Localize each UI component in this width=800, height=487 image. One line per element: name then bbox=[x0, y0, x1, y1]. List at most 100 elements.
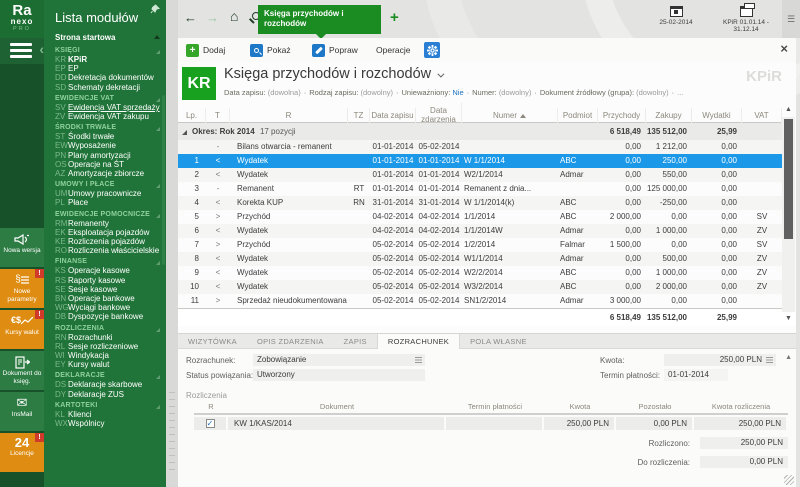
field-menu-icon[interactable] bbox=[415, 357, 422, 363]
sidebar-item-dy[interactable]: DYDeklaracje ZUS bbox=[44, 390, 166, 399]
sidebar-item-pl[interactable]: PLPłace bbox=[44, 198, 166, 207]
scrollbar-thumb[interactable] bbox=[784, 119, 793, 239]
sidebar-item-ek[interactable]: EKEksploatacja pojazdów bbox=[44, 228, 166, 237]
sidebar-group-środki-trwałe[interactable]: ŚRODKI TRWAŁE bbox=[44, 121, 166, 132]
sidebar-item-rl[interactable]: RLSesje rozliczeniowe bbox=[44, 342, 166, 351]
sidebar-item-zv[interactable]: ZVEwidencja VAT zakupu bbox=[44, 112, 166, 121]
sidebar-item-se[interactable]: SESesje kasowe bbox=[44, 285, 166, 294]
sidebar-item-ro[interactable]: RORozliczenia właścicielskie bbox=[44, 246, 166, 255]
resize-grip-icon[interactable] bbox=[784, 475, 794, 485]
collapse-icon[interactable] bbox=[154, 35, 160, 39]
column-header-podmiot[interactable]: Podmiot bbox=[558, 108, 598, 123]
table-row[interactable]: 11>Sprzedaż nieudokumentowana05-02-20140… bbox=[178, 294, 782, 308]
column-header-vat[interactable]: VAT bbox=[742, 108, 782, 123]
sidebar-item-um[interactable]: UMUmowy pracownicze bbox=[44, 189, 166, 198]
table-row[interactable]: 9<Wydatek05-02-201405-02-2014W2/2/2014AB… bbox=[178, 266, 782, 280]
table-row[interactable]: 2<Wydatek01-01-201401-01-2014W2/1/2014Ad… bbox=[178, 168, 782, 182]
table-group-row[interactable]: Okres: Rok 2014 17 pozycji 6 518,49 135 … bbox=[178, 123, 782, 140]
field-menu-icon[interactable] bbox=[766, 357, 773, 363]
sidebar-group-kartoteki[interactable]: KARTOTEKI bbox=[44, 399, 166, 410]
sidebar-item-rs[interactable]: RSRaporty kasowe bbox=[44, 276, 166, 285]
sidebar-group-księgi[interactable]: KSIĘGI bbox=[44, 44, 166, 55]
sidebar-group-finanse[interactable]: FINANSE bbox=[44, 255, 166, 266]
column-header-data-zapisu[interactable]: Data zapisu bbox=[370, 108, 416, 123]
forward-arrow-icon[interactable]: → bbox=[206, 10, 219, 25]
tab-rozrachunek[interactable]: ROZRACHUNEK bbox=[377, 334, 460, 349]
add-button[interactable]: + Dodaj bbox=[186, 42, 225, 58]
sidebar-item-ds[interactable]: DSDeklaracje skarbowe bbox=[44, 380, 166, 389]
checkbox-icon[interactable]: ✓ bbox=[206, 419, 215, 428]
sidebar-item-os[interactable]: OSOperacje na ŚT bbox=[44, 160, 166, 169]
tab-zapis[interactable]: ZAPIS bbox=[334, 334, 377, 348]
filter-more[interactable]: ... bbox=[677, 88, 683, 97]
tab-pola-własne[interactable]: POLA WŁASNE bbox=[460, 334, 537, 348]
pin-icon[interactable] bbox=[150, 4, 160, 14]
sidebar-item-st[interactable]: STŚrodki trwałe bbox=[44, 132, 166, 141]
strip-item-nowe-parametry[interactable]: §Nowe parametry! bbox=[0, 269, 44, 308]
kwota-field[interactable]: 250,00 PLN bbox=[664, 354, 776, 366]
sidebar-group-ewidencje-pomocnicze[interactable]: EWIDENCJE POMOCNICZE bbox=[44, 208, 166, 219]
termin-field[interactable]: 01-01-2014 bbox=[664, 369, 728, 381]
column-header-t[interactable]: T bbox=[206, 108, 230, 123]
tab-opis-zdarzenia[interactable]: OPIS ZDARZENIA bbox=[247, 334, 334, 348]
close-view-button[interactable]: × bbox=[780, 42, 788, 55]
scroll-down-icon[interactable]: ▼ bbox=[782, 312, 795, 326]
show-button[interactable]: Pokaż bbox=[250, 42, 291, 58]
tab-ksiega-przychodow[interactable]: Księga przychodów i rozchodów bbox=[258, 5, 381, 34]
table-row[interactable]: 10<Wydatek05-02-201405-02-2014W3/2/2014A… bbox=[178, 280, 782, 294]
sidebar-item-sv[interactable]: SVEwidencja VAT sprzedaży bbox=[44, 103, 166, 112]
sidebar-splitter[interactable] bbox=[166, 0, 178, 487]
sidebar-scrollbar[interactable] bbox=[162, 95, 165, 265]
table-row[interactable]: 8<Wydatek05-02-201405-02-2014W1/1/2014Ad… bbox=[178, 252, 782, 266]
period-widget[interactable]: KPiR 01.01.14 - 31.12.14 bbox=[712, 4, 780, 36]
sidebar-item-db[interactable]: DBDyspozycje bankowe bbox=[44, 312, 166, 321]
sidebar-item-pn[interactable]: PNPlany amortyzacji bbox=[44, 151, 166, 160]
sidebar-item-rn[interactable]: RNRozrachunki bbox=[44, 333, 166, 342]
new-tab-button[interactable]: + bbox=[390, 9, 399, 26]
tab-wizytówka[interactable]: WIZYTÓWKA bbox=[178, 334, 247, 348]
sidebar-item-ep[interactable]: EPEP bbox=[44, 64, 166, 73]
home-icon[interactable]: ⌂ bbox=[230, 8, 238, 24]
back-arrow-icon[interactable]: ← bbox=[184, 10, 197, 25]
filter-value[interactable]: (dowolny) bbox=[361, 88, 394, 97]
sidebar-group-ewidencje-vat[interactable]: EWIDENCJE VAT bbox=[44, 92, 166, 103]
column-header-wydatki[interactable]: Wydatki bbox=[692, 108, 742, 123]
sidebar-item-wg[interactable]: WGWyciągi bankowe bbox=[44, 303, 166, 312]
settings-button[interactable] bbox=[424, 42, 440, 58]
sidebar-item-dd[interactable]: DDDekretacja dokumentów bbox=[44, 73, 166, 82]
operations-button[interactable]: Operacje bbox=[376, 42, 411, 58]
rozrachunek-field[interactable]: Zobowiązanie bbox=[253, 354, 425, 366]
column-header-zakupy[interactable]: Zakupy bbox=[646, 108, 692, 123]
table-row[interactable]: 6<Wydatek04-02-201404-02-20141/1/2014WAd… bbox=[178, 224, 782, 238]
sidebar-item-bn[interactable]: BNOperacje bankowe bbox=[44, 294, 166, 303]
filter-value[interactable]: (dowolny) bbox=[499, 88, 532, 97]
status-field[interactable]: Utworzony bbox=[253, 369, 425, 381]
detail-scroll-up-icon[interactable]: ▲ bbox=[785, 354, 792, 361]
table-row[interactable]: -Bilans otwarcia - remanent01-01-201405-… bbox=[178, 140, 782, 154]
column-header-numer[interactable]: Numer bbox=[462, 108, 558, 123]
strip-item-dokument-do-ksi-g-[interactable]: Dokument do księg. bbox=[0, 351, 44, 390]
sidebar-item-ey[interactable]: EYKursy walut bbox=[44, 360, 166, 369]
rozliczenie-check-cell[interactable]: ✓ bbox=[194, 417, 228, 430]
column-header-lp-[interactable]: Lp. bbox=[178, 108, 206, 123]
edit-button[interactable]: Popraw bbox=[312, 42, 358, 58]
strip-item-insmail[interactable]: ✉InsMail bbox=[0, 392, 44, 431]
sidebar-group-umowy-i-płace[interactable]: UMOWY I PŁACE bbox=[44, 178, 166, 189]
modules-menu-button[interactable]: ‹ bbox=[0, 38, 44, 64]
table-row[interactable]: 1<Wydatek01-01-201401-01-2014W 1/1/2014A… bbox=[178, 154, 782, 168]
sidebar-item-sd[interactable]: SDSchematy dekretacji bbox=[44, 83, 166, 92]
table-row[interactable]: 3-RemanentRT01-01-201401-01-2014Remanent… bbox=[178, 182, 782, 196]
current-date-widget[interactable]: 25-02-2014 bbox=[645, 4, 707, 36]
filter-value[interactable]: Nie bbox=[452, 88, 463, 97]
sidebar-item-strona-startowa[interactable]: Strona startowa bbox=[44, 31, 166, 44]
filter-value[interactable]: (dowolny) bbox=[636, 88, 669, 97]
filter-value[interactable]: (dowolna) bbox=[268, 88, 301, 97]
sidebar-item-kr[interactable]: KRKPiR bbox=[44, 55, 166, 64]
column-header-tz[interactable]: TZ bbox=[348, 108, 370, 123]
sidebar-item-wx[interactable]: WXWspólnicy bbox=[44, 419, 166, 428]
expander-icon[interactable] bbox=[182, 130, 187, 135]
table-row[interactable]: 5>Przychód04-02-201404-02-20141/1/2014AB… bbox=[178, 210, 782, 224]
table-header[interactable]: Lp.TRTZData zapisuData zdarzeniaNumerPod… bbox=[178, 103, 782, 123]
page-title[interactable]: Księga przychodów i rozchodów bbox=[224, 66, 442, 82]
table-scrollbar[interactable]: ▲ ▼ bbox=[782, 103, 795, 326]
